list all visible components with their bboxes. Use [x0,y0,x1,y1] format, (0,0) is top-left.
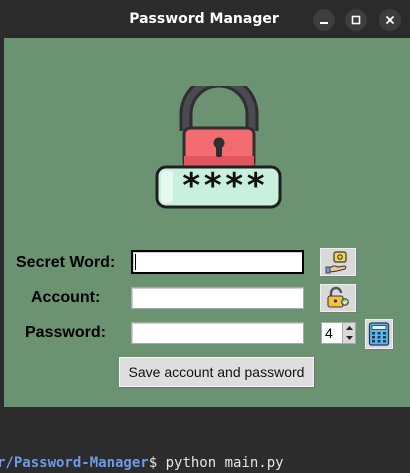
close-icon [385,15,395,25]
maximize-button[interactable] [345,9,367,31]
spin-up-arrow-icon[interactable] [343,323,355,333]
close-button[interactable] [379,9,401,31]
minimize-button[interactable] [313,9,335,31]
minimize-icon [320,22,328,24]
terminal-line: r/Password-Manager$ python main.py [0,455,284,471]
maximize-icon [351,15,361,25]
account-lookup-button[interactable] [320,284,356,312]
account-input[interactable] [131,287,304,309]
app-content: **** Secret Word: Account: Password: 4 S… [4,38,410,407]
terminal[interactable]: r/Password-Manager$ python main.py [0,407,410,473]
generate-password-button[interactable] [365,319,393,349]
account-label: Account: [31,289,101,306]
text-cursor [135,254,136,270]
terminal-command: python main.py [157,455,284,471]
password-length-value: 4 [325,325,333,341]
reveal-secret-button[interactable] [320,248,356,276]
calculator-icon [368,322,390,346]
window-titlebar[interactable]: Password Manager [0,0,410,38]
window-title: Password Manager [129,11,279,27]
password-label: Password: [25,324,106,341]
unlock-icon [327,286,349,308]
password-input[interactable] [131,322,304,344]
secret-word-label: Secret Word: [16,254,116,271]
spin-down-arrow-icon[interactable] [343,333,355,343]
password-mask-text: **** [181,166,267,206]
hand-key-icon [325,251,347,274]
save-button[interactable]: Save account and password [119,357,314,387]
terminal-prompt: $ [148,455,158,471]
terminal-path: r/Password-Manager [0,455,149,471]
spinbox-arrows[interactable] [342,323,355,343]
password-length-spinbox[interactable]: 4 [321,322,356,344]
secret-word-input[interactable] [131,250,304,274]
